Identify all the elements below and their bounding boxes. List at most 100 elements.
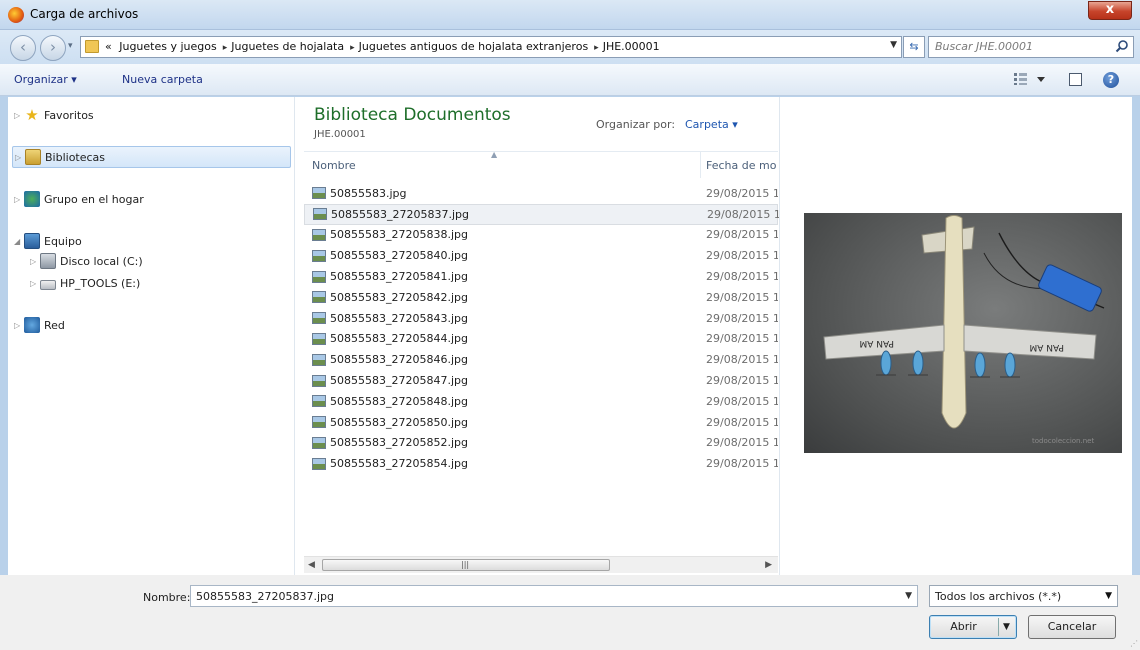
file-name: 50855583_27205837.jpg: [331, 207, 469, 221]
file-name: 50855583.jpg: [330, 186, 407, 200]
breadcrumb: « Juguetes y juegos ▸ Juguetes de hojalata…: [105, 40, 664, 53]
search-icon[interactable]: [1115, 39, 1129, 53]
change-view-button[interactable]: [1014, 72, 1048, 88]
file-name: 50855583_27205850.jpg: [330, 415, 468, 429]
forward-button[interactable]: ›: [40, 35, 66, 61]
expand-arrow-icon[interactable]: ▷: [30, 257, 40, 266]
sidebar-item-favoritos[interactable]: ▷ ★ Favoritos: [14, 104, 94, 126]
file-type-value: Todos los archivos (*.*): [935, 590, 1062, 603]
help-icon[interactable]: ?: [1103, 72, 1119, 88]
breadcrumb-separator-icon[interactable]: ▸: [350, 43, 355, 53]
organize-menu-button[interactable]: Organizar ▾: [14, 73, 77, 86]
column-header-row: ▲ Nombre Fecha de mo: [304, 150, 778, 178]
file-row[interactable]: 50855583_27205848.jpg 29/08/2015 13: [304, 391, 778, 412]
file-type-dropdown-icon[interactable]: ▼: [1105, 591, 1112, 601]
back-button[interactable]: ‹: [10, 35, 36, 61]
image-file-icon: [312, 249, 326, 262]
sidebar-item-label: Equipo: [44, 234, 82, 248]
expand-arrow-icon[interactable]: ▷: [14, 111, 24, 120]
navigation-pane: ▷ ★ Favoritos ▷ Bibliotecas ▷ Grupo en e…: [8, 97, 295, 575]
file-row[interactable]: 50855583_27205854.jpg 29/08/2015 13: [304, 453, 778, 474]
sidebar-item-disco-local[interactable]: ▷ Disco local (C:): [30, 250, 143, 272]
open-button[interactable]: Abrir ▼: [929, 615, 1017, 639]
dialog-body: ▷ ★ Favoritos ▷ Bibliotecas ▷ Grupo en e…: [8, 97, 1132, 575]
file-date: 29/08/2015 13: [706, 186, 778, 200]
breadcrumb-separator-icon[interactable]: ▸: [223, 43, 228, 53]
breadcrumb-item[interactable]: JHE.00001: [603, 40, 660, 53]
horizontal-scrollbar[interactable]: ◀ ||| ▶: [304, 556, 778, 573]
file-row[interactable]: 50855583_27205843.jpg 29/08/2015 13: [304, 308, 778, 329]
file-name: 50855583_27205844.jpg: [330, 332, 468, 346]
refresh-button[interactable]: ⇆: [903, 36, 925, 58]
open-options-dropdown-icon[interactable]: ▼: [998, 618, 1014, 636]
file-row[interactable]: 50855583_27205852.jpg 29/08/2015 13: [304, 433, 778, 454]
file-row[interactable]: 50855583.jpg 29/08/2015 13: [304, 183, 778, 204]
breadcrumb-overflow[interactable]: «: [105, 40, 112, 53]
address-bar[interactable]: « Juguetes y juegos ▸ Juguetes de hojalata…: [80, 36, 902, 58]
scrollbar-thumb[interactable]: |||: [322, 559, 610, 571]
computer-icon: [24, 233, 40, 249]
cancel-button[interactable]: Cancelar: [1028, 615, 1116, 639]
file-name-label: Nombre:: [143, 591, 191, 604]
local-disk-icon: [40, 253, 56, 269]
file-name: 50855583_27205848.jpg: [330, 394, 468, 408]
address-dropdown-icon[interactable]: ▼: [890, 40, 897, 50]
image-file-icon: [312, 228, 326, 241]
file-row[interactable]: 50855583_27205844.jpg 29/08/2015 13: [304, 329, 778, 350]
navigation-bar: ‹ › ▾ « Juguetes y juegos ▸ Juguetes de ho…: [0, 30, 1140, 64]
title-bar: Carga de archivos x: [0, 0, 1140, 30]
file-name-value: 50855583_27205837.jpg: [196, 590, 334, 603]
file-date: 29/08/2015 13: [706, 332, 778, 346]
image-file-icon: [312, 332, 326, 345]
sidebar-item-label: HP_TOOLS (E:): [60, 276, 141, 290]
window-title: Carga de archivos: [30, 7, 139, 21]
sidebar-item-red[interactable]: ▷ Red: [14, 314, 65, 336]
file-name: 50855583_27205847.jpg: [330, 374, 468, 388]
column-divider[interactable]: [700, 152, 701, 178]
file-row[interactable]: 50855583_27205847.jpg 29/08/2015 13: [304, 370, 778, 391]
image-file-icon: [312, 457, 326, 470]
expand-arrow-icon[interactable]: ▷: [14, 195, 24, 204]
breadcrumb-item[interactable]: Juguetes de hojalata: [231, 40, 344, 53]
search-input[interactable]: Buscar JHE.00001: [928, 36, 1134, 58]
breadcrumb-item[interactable]: Juguetes antiguos de hojalata extranjero…: [359, 40, 589, 53]
sidebar-item-equipo[interactable]: ◢ Equipo: [14, 230, 82, 252]
breadcrumb-item[interactable]: Juguetes y juegos: [119, 40, 217, 53]
arrange-by-dropdown[interactable]: Carpeta ▾: [685, 118, 738, 131]
file-date: 29/08/2015 13: [707, 207, 779, 221]
expand-arrow-icon[interactable]: ▷: [14, 321, 24, 330]
breadcrumb-separator-icon[interactable]: ▸: [594, 43, 599, 53]
sidebar-item-grupo-hogar[interactable]: ▷ Grupo en el hogar: [14, 188, 144, 210]
image-file-icon: [312, 374, 326, 387]
dialog-footer: Nombre: 50855583_27205837.jpg ▼ Todos lo…: [0, 575, 1140, 650]
column-header-date[interactable]: Fecha de mo: [706, 159, 776, 172]
close-button[interactable]: x: [1088, 1, 1132, 20]
airplane-illustration: PAN AM PAN AM todocoleccion.net: [823, 215, 1105, 445]
file-name-dropdown-icon[interactable]: ▼: [905, 591, 912, 601]
file-date: 29/08/2015 13: [706, 290, 778, 304]
expand-arrow-icon[interactable]: ▷: [15, 153, 25, 162]
preview-pane-toggle-icon[interactable]: [1069, 73, 1082, 86]
scroll-right-icon[interactable]: ▶: [765, 560, 772, 570]
new-folder-button[interactable]: Nueva carpeta: [122, 73, 203, 86]
file-row[interactable]: 50855583_27205846.jpg 29/08/2015 13: [304, 349, 778, 370]
file-row[interactable]: 50855583_27205850.jpg 29/08/2015 13: [304, 412, 778, 433]
airplane-toy-preview-image: PAN AM PAN AM todocoleccion.net: [804, 213, 1122, 453]
sidebar-item-bibliotecas[interactable]: ▷ Bibliotecas: [12, 146, 291, 168]
scrollbar-grip-icon: |||: [461, 560, 470, 569]
scroll-left-icon[interactable]: ◀: [308, 560, 315, 570]
image-file-icon: [312, 187, 326, 200]
recent-pages-dropdown-icon[interactable]: ▾: [68, 41, 73, 51]
file-row[interactable]: 50855583_27205840.jpg 29/08/2015 13: [304, 245, 778, 266]
file-type-select[interactable]: Todos los archivos (*.*) ▼: [929, 585, 1118, 607]
sidebar-item-hp-tools[interactable]: ▷ HP_TOOLS (E:): [30, 272, 140, 294]
file-row[interactable]: 50855583_27205842.jpg 29/08/2015 13: [304, 287, 778, 308]
file-name-input[interactable]: 50855583_27205837.jpg ▼: [190, 585, 918, 607]
file-row[interactable]: 50855583_27205841.jpg 29/08/2015 13: [304, 266, 778, 287]
file-row-selected[interactable]: 50855583_27205837.jpg 29/08/2015 13: [304, 203, 779, 225]
collapse-arrow-icon[interactable]: ◢: [14, 237, 24, 246]
file-row[interactable]: 50855583_27205838.jpg 29/08/2015 13: [304, 225, 778, 246]
column-header-name[interactable]: Nombre: [312, 159, 356, 172]
resize-grip-icon[interactable]: ⋰: [1130, 639, 1138, 648]
expand-arrow-icon[interactable]: ▷: [30, 279, 40, 288]
